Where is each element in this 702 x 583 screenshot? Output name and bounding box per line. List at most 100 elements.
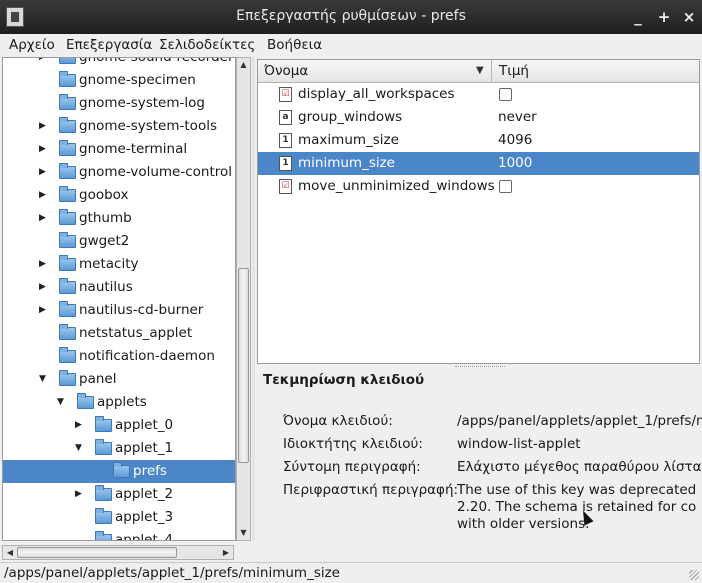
tree-horizontal-scrollbar[interactable]: ◀ ▶: [2, 545, 234, 560]
expander-collapsed-icon[interactable]: ▶: [75, 420, 85, 430]
key-name: maximum_size: [298, 132, 399, 148]
tree-node-gnome-sound-recorder[interactable]: ▶ gnome-sound-recorder: [3, 58, 235, 69]
key-row-display_all_workspaces[interactable]: ☑ display_all_workspaces: [258, 83, 699, 106]
tree-node-label: applet_0: [115, 417, 174, 433]
string-type-icon: a: [279, 110, 292, 125]
value-checkbox[interactable]: [499, 180, 512, 193]
expander-collapsed-icon[interactable]: ▶: [39, 282, 49, 292]
column-header-value[interactable]: Τιμή: [499, 63, 529, 79]
tree-node-nautilus-cd-burner[interactable]: ▶ nautilus-cd-burner: [3, 299, 235, 322]
expander-collapsed-icon[interactable]: ▶: [39, 167, 49, 177]
menu-edit[interactable]: Επεξεργασία: [66, 37, 152, 53]
tree-node-applet_0[interactable]: ▶ applet_0: [3, 414, 235, 437]
tree-node-label: metacity: [79, 256, 139, 272]
minimize-button[interactable]: _: [628, 7, 648, 27]
folder-icon: [59, 347, 76, 363]
tree-node-gnome-terminal[interactable]: ▶ gnome-terminal: [3, 138, 235, 161]
long-description-line-1: The use of this key was deprecated: [457, 482, 697, 498]
folder-icon: [59, 140, 76, 156]
status-path: /apps/panel/applets/applet_1/prefs/minim…: [4, 565, 340, 581]
window-title: Επεξεργαστής ρυθμίσεων - prefs: [236, 8, 466, 24]
key-value[interactable]: 1000: [498, 155, 532, 171]
tree-node-metacity[interactable]: ▶ metacity: [3, 253, 235, 276]
scroll-thumb[interactable]: [238, 268, 249, 463]
close-button[interactable]: ×: [679, 7, 699, 27]
key-row-maximum_size[interactable]: 1 maximum_size 4096: [258, 129, 699, 152]
folder-icon: [59, 94, 76, 110]
tree-node-gnome-volume-control[interactable]: ▶ gnome-volume-control: [3, 161, 235, 184]
key-name: move_unminimized_windows: [298, 178, 495, 194]
expander-collapsed-icon[interactable]: ▶: [39, 213, 49, 223]
key-row-move_unminimized_windows[interactable]: ☑ move_unminimized_windows: [258, 175, 699, 198]
tree-node-label: gwget2: [79, 233, 130, 249]
expander-expanded-icon[interactable]: ▼: [57, 397, 67, 407]
directory-tree[interactable]: ▶ gnome-sound-recorder gnome-specimen gnome…: [2, 57, 236, 541]
tree-node-gthumb[interactable]: ▶ gthumb: [3, 207, 235, 230]
folder-icon: [95, 508, 112, 524]
tree-node-applets[interactable]: ▼ applets: [3, 391, 235, 414]
tree-node-panel[interactable]: ▼ panel: [3, 368, 235, 391]
scroll-right-icon[interactable]: ▶: [219, 546, 233, 559]
key-row-minimum_size[interactable]: 1 minimum_size 1000: [258, 152, 699, 175]
expander-collapsed-icon[interactable]: ▶: [39, 305, 49, 315]
key-list-header: Όνομα ▼ Τιμή: [258, 60, 699, 83]
folder-icon: [59, 255, 76, 271]
key-name: minimum_size: [298, 155, 395, 171]
menu-bookmarks[interactable]: Σελιδοδείκτες: [159, 37, 255, 53]
tree-node-applet_4[interactable]: applet_4: [3, 529, 235, 540]
bool-type-icon: ☑: [279, 179, 292, 194]
pane-divider[interactable]: [252, 57, 255, 541]
menu-help[interactable]: Βοήθεια: [267, 37, 322, 53]
scroll-thumb-horizontal[interactable]: [17, 547, 177, 558]
scroll-up-icon[interactable]: ▲: [237, 58, 250, 72]
tree-node-label: panel: [79, 371, 117, 387]
value-checkbox[interactable]: [499, 88, 512, 101]
expander-collapsed-icon[interactable]: ▶: [39, 121, 49, 131]
expander-collapsed-icon[interactable]: ▶: [39, 58, 49, 62]
tree-node-notification-daemon[interactable]: notification-daemon: [3, 345, 235, 368]
tree-node-applet_2[interactable]: ▶ applet_2: [3, 483, 235, 506]
key-list[interactable]: Όνομα ▼ Τιμή ☑ display_all_workspacesa gro…: [257, 59, 700, 364]
expander-collapsed-icon[interactable]: ▶: [75, 489, 85, 499]
sort-down-icon[interactable]: ▼: [476, 65, 484, 76]
tree-node-nautilus[interactable]: ▶ nautilus: [3, 276, 235, 299]
tree-node-label: goobox: [79, 187, 129, 203]
expander-collapsed-icon[interactable]: ▶: [39, 144, 49, 154]
expander-collapsed-icon[interactable]: ▶: [39, 190, 49, 200]
menu-file[interactable]: Αρχείο: [9, 37, 55, 53]
tree-node-label: gnome-specimen: [79, 72, 196, 88]
expander-expanded-icon[interactable]: ▼: [75, 443, 85, 453]
tree-node-gwget2[interactable]: gwget2: [3, 230, 235, 253]
tree-node-prefs[interactable]: prefs: [3, 460, 235, 483]
tree-node-applet_3[interactable]: applet_3: [3, 506, 235, 529]
key-row-group_windows[interactable]: a group_windows never: [258, 106, 699, 129]
tree-node-gnome-system-tools[interactable]: ▶ gnome-system-tools: [3, 115, 235, 138]
folder-icon: [59, 278, 76, 294]
tree-node-label: gthumb: [79, 210, 132, 226]
owner-value: window-list-applet: [457, 436, 581, 452]
scroll-down-icon[interactable]: ▼: [237, 526, 250, 540]
scroll-left-icon[interactable]: ◀: [3, 546, 17, 559]
key-name: group_windows: [298, 109, 403, 125]
tree-node-gnome-system-log[interactable]: gnome-system-log: [3, 92, 235, 115]
tree-node-label: gnome-system-log: [79, 95, 205, 111]
column-header-name[interactable]: Όνομα: [264, 63, 308, 79]
resize-grip-icon[interactable]: [689, 570, 699, 580]
key-value[interactable]: 4096: [498, 132, 532, 148]
expander-collapsed-icon[interactable]: ▶: [39, 259, 49, 269]
tree-node-applet_1[interactable]: ▼ applet_1: [3, 437, 235, 460]
folder-icon: [59, 209, 76, 225]
key-name-value: /apps/panel/applets/applet_1/prefs/m: [457, 413, 702, 429]
tree-node-goobox[interactable]: ▶ goobox: [3, 184, 235, 207]
tree-vertical-scrollbar[interactable]: ▲ ▼: [236, 57, 251, 541]
tree-node-label: applets: [97, 394, 147, 410]
folder-icon: [95, 439, 112, 455]
expander-expanded-icon[interactable]: ▼: [39, 374, 49, 384]
column-separator[interactable]: [491, 60, 492, 83]
tree-node-gnome-specimen[interactable]: gnome-specimen: [3, 69, 235, 92]
folder-icon: [59, 301, 76, 317]
tree-node-label: nautilus-cd-burner: [79, 302, 204, 318]
maximize-button[interactable]: +: [654, 7, 674, 27]
key-value[interactable]: never: [498, 109, 537, 125]
tree-node-netstatus_applet[interactable]: netstatus_applet: [3, 322, 235, 345]
